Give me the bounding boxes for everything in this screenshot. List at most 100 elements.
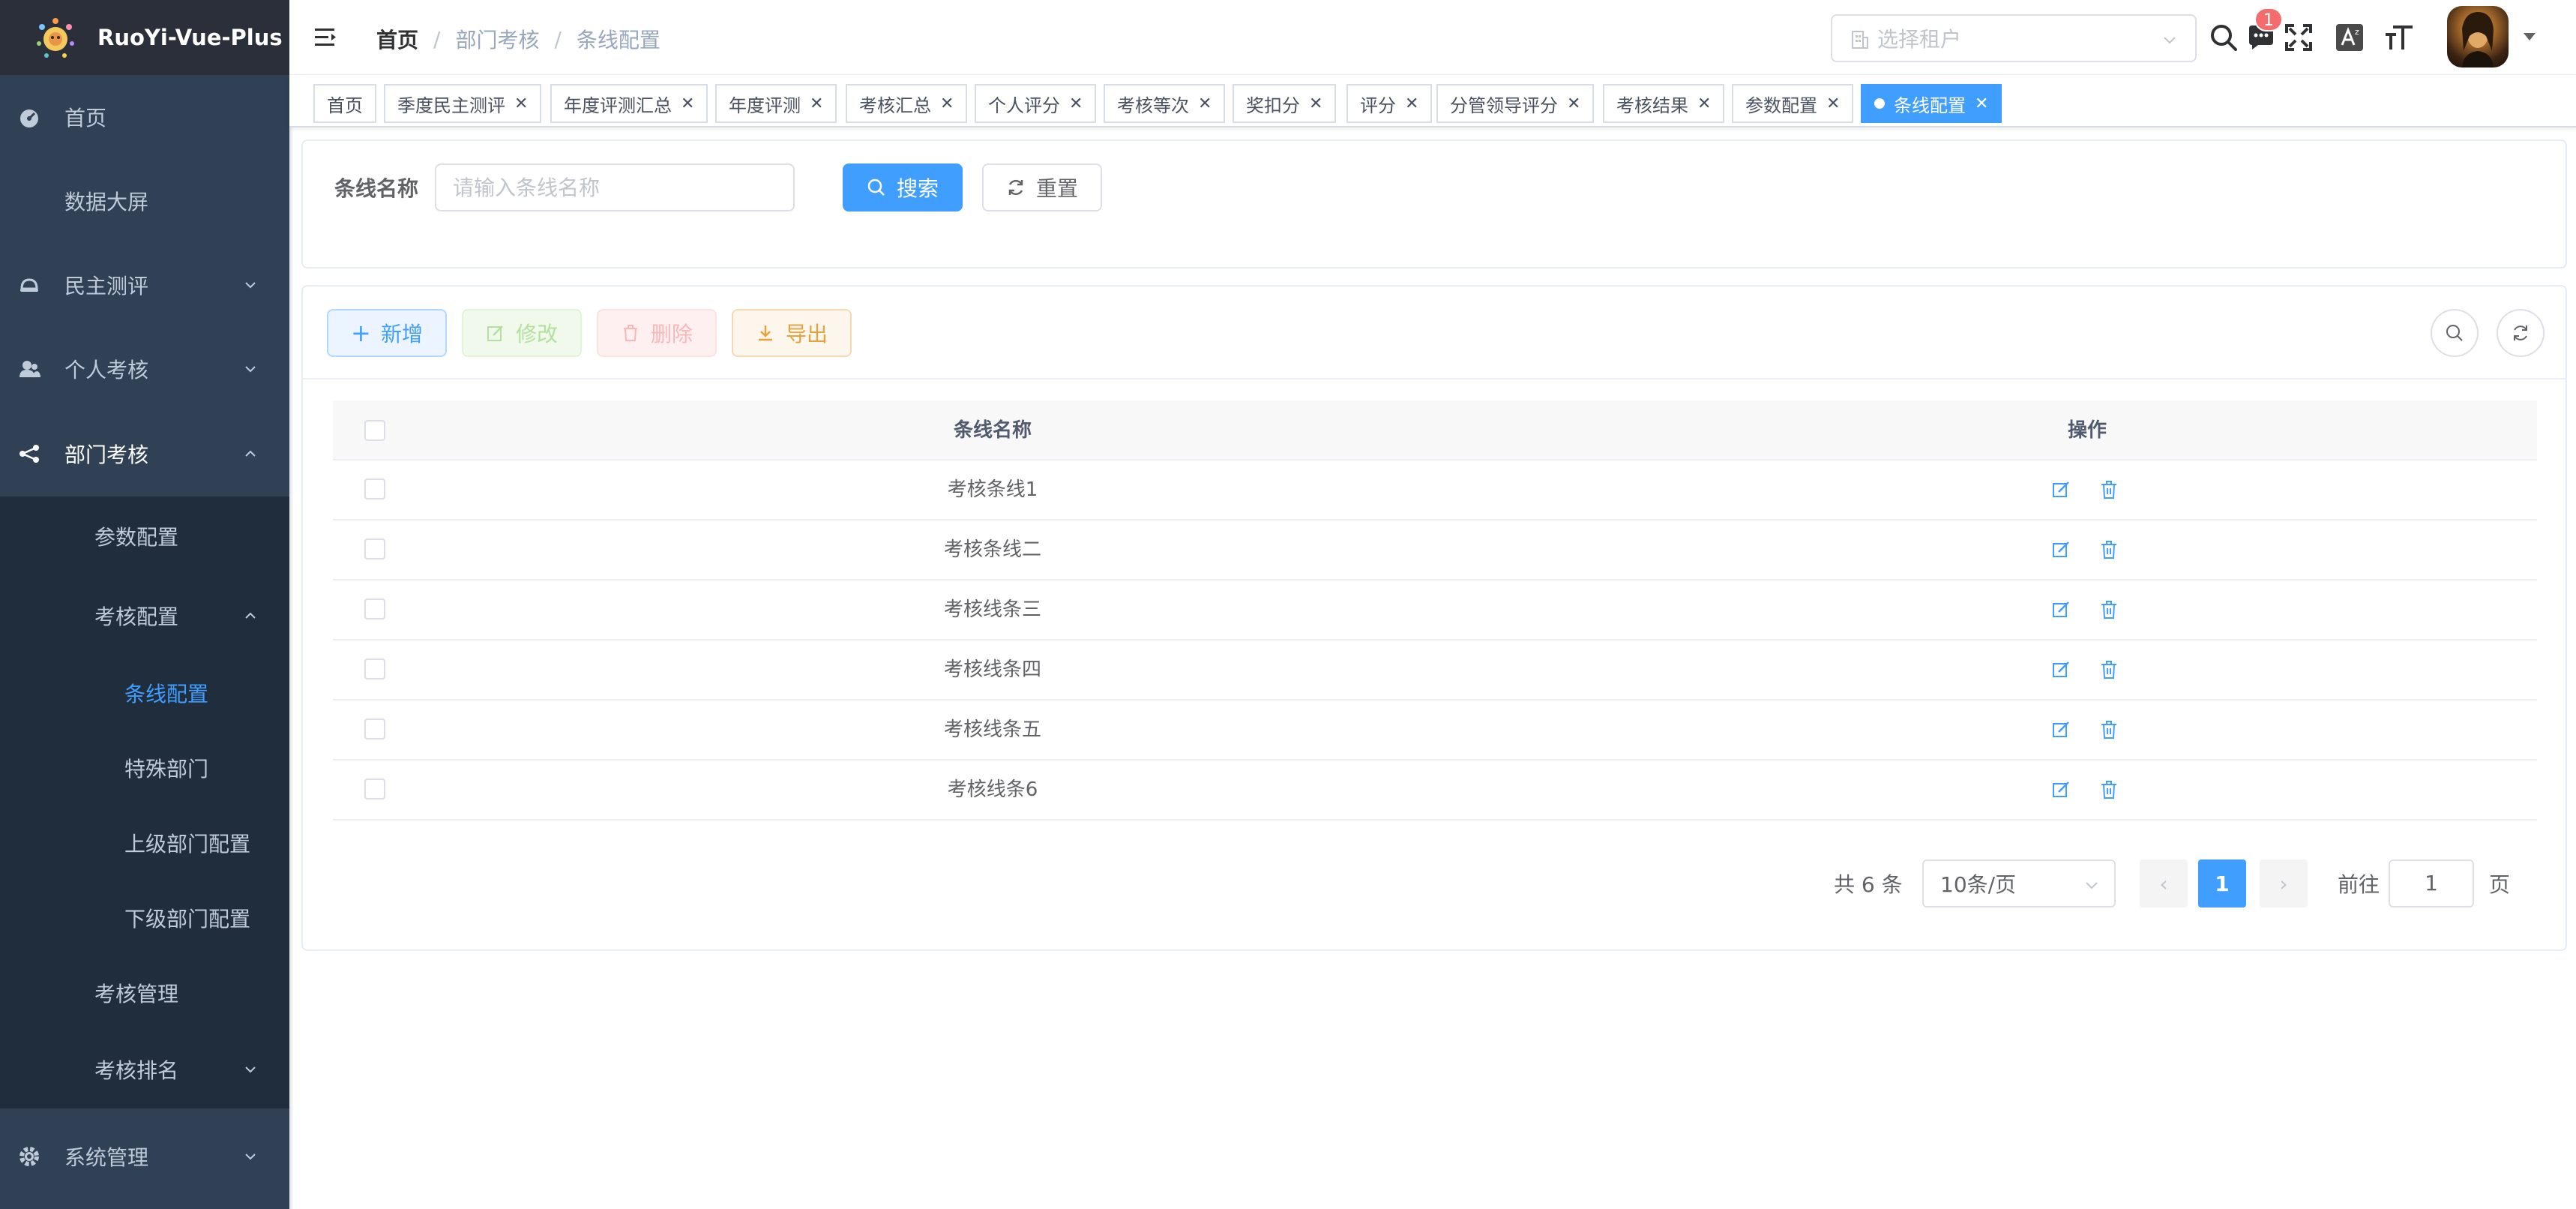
trash-icon[interactable] xyxy=(2098,478,2120,501)
sidebar-item-upper-dept-config[interactable]: 上级部门配置 xyxy=(0,806,289,880)
sidebar-item-system-management[interactable]: 系统管理 xyxy=(0,1114,289,1198)
tag-label: 考核等次 xyxy=(1117,94,1189,116)
active-dot-icon xyxy=(1874,98,1885,109)
close-icon[interactable]: ✕ xyxy=(1826,94,1840,113)
trash-icon[interactable] xyxy=(2098,718,2120,741)
edit-icon[interactable] xyxy=(2050,658,2072,681)
font-size-icon[interactable] xyxy=(2383,21,2416,54)
edit-button[interactable]: 修改 xyxy=(462,309,582,357)
chevron-right-icon: › xyxy=(2279,871,2288,896)
row-checkbox[interactable] xyxy=(364,598,385,620)
row-checkbox[interactable] xyxy=(364,718,385,740)
close-icon[interactable]: ✕ xyxy=(1198,94,1212,113)
search-icon[interactable] xyxy=(2207,21,2240,54)
page-number-button[interactable]: 1 xyxy=(2198,860,2246,908)
sidebar-item-eval-ranking[interactable]: 考核排名 xyxy=(0,1030,289,1108)
tag-bonus-deduction[interactable]: 奖扣分 ✕ xyxy=(1233,84,1337,123)
chevron-down-icon xyxy=(2086,882,2098,890)
export-button[interactable]: 导出 xyxy=(732,309,852,357)
tag-label: 年度评测 xyxy=(729,94,801,116)
tag-eval-result[interactable]: 考核结果 ✕ xyxy=(1603,84,1725,123)
row-checkbox[interactable] xyxy=(364,658,385,680)
tag-quarterly-democratic-eval[interactable]: 季度民主测评 ✕ xyxy=(384,84,542,123)
sidebar-item-data-screen[interactable]: 数据大屏 xyxy=(0,159,289,243)
next-page-button[interactable]: › xyxy=(2260,860,2308,908)
sidebar-item-special-dept[interactable]: 特殊部门 xyxy=(0,730,289,806)
select-all-checkbox[interactable] xyxy=(364,420,385,441)
sidebar-item-line-config[interactable]: 条线配置 xyxy=(0,656,289,730)
breadcrumb-current: 条线配置 xyxy=(576,28,660,52)
sidebar-item-democratic-eval[interactable]: 民主测评 xyxy=(0,243,289,327)
sidebar-item-eval-management[interactable]: 考核管理 xyxy=(0,956,289,1030)
search-button[interactable]: 搜索 xyxy=(843,164,963,212)
sidebar-item-label: 系统管理 xyxy=(64,1145,149,1170)
tag-line-config[interactable]: 条线配置 ✕ xyxy=(1861,84,2002,123)
tag-param-config[interactable]: 参数配置 ✕ xyxy=(1732,84,1854,123)
sidebar-item-lower-dept-config[interactable]: 下级部门配置 xyxy=(0,880,289,956)
edit-icon[interactable] xyxy=(2050,478,2072,501)
sidebar-item-eval-config[interactable]: 考核配置 xyxy=(0,576,289,656)
close-icon[interactable]: ✕ xyxy=(681,94,694,113)
caret-down-icon[interactable] xyxy=(2524,33,2536,40)
close-icon[interactable]: ✕ xyxy=(1697,94,1711,113)
tag-score[interactable]: 评分 ✕ xyxy=(1346,84,1433,123)
tag-eval-grade[interactable]: 考核等次 ✕ xyxy=(1104,84,1226,123)
close-icon[interactable]: ✕ xyxy=(1069,94,1083,113)
trash-icon[interactable] xyxy=(2098,658,2120,681)
close-icon[interactable]: ✕ xyxy=(940,94,954,113)
refresh-table-button[interactable] xyxy=(2497,309,2545,357)
add-button[interactable]: + 新增 xyxy=(327,309,447,357)
reset-button[interactable]: 重置 xyxy=(982,164,1102,212)
translate-icon[interactable]: z xyxy=(2333,21,2366,54)
table-row: 考核条线二 xyxy=(333,520,2537,580)
tag-annual-eval-summary[interactable]: 年度评测汇总 ✕ xyxy=(550,84,708,123)
trash-icon[interactable] xyxy=(2098,598,2120,621)
close-icon[interactable]: ✕ xyxy=(1975,94,1988,113)
tag-label: 评分 xyxy=(1360,94,1396,116)
sidebar-item-dept-eval[interactable]: 部门考核 xyxy=(0,411,289,496)
logo-bar[interactable]: RuoYi-Vue-Plus xyxy=(0,0,289,75)
table-row: 考核线条五 xyxy=(333,700,2537,760)
breadcrumb-home[interactable]: 首页 xyxy=(376,24,418,54)
prev-page-button[interactable]: ‹ xyxy=(2140,860,2188,908)
row-checkbox[interactable] xyxy=(364,538,385,560)
close-icon[interactable]: ✕ xyxy=(810,94,823,113)
goto-page-input[interactable]: 1 xyxy=(2389,860,2474,908)
tenant-select[interactable]: 选择租户 xyxy=(1831,14,2197,62)
line-name-input[interactable] xyxy=(435,164,795,212)
app-title: RuoYi-Vue-Plus xyxy=(97,25,283,50)
table-row: 考核线条6 xyxy=(333,760,2537,820)
edit-icon[interactable] xyxy=(2050,538,2072,561)
close-icon[interactable]: ✕ xyxy=(1567,94,1580,113)
chevron-down-icon xyxy=(245,366,256,373)
close-icon[interactable]: ✕ xyxy=(514,94,528,113)
tag-leader-score[interactable]: 分管领导评分 ✕ xyxy=(1436,84,1595,123)
avatar[interactable] xyxy=(2447,6,2509,68)
sidebar-item-param-config[interactable]: 参数配置 xyxy=(0,496,289,576)
edit-icon[interactable] xyxy=(2050,778,2072,801)
edit-icon[interactable] xyxy=(2050,598,2072,621)
delete-button[interactable]: 删除 xyxy=(597,309,717,357)
trash-icon[interactable] xyxy=(2098,778,2120,801)
trash-icon[interactable] xyxy=(2098,538,2120,561)
chevron-down-icon xyxy=(245,1066,256,1073)
tag-personal-score[interactable]: 个人评分 ✕ xyxy=(975,84,1097,123)
tag-annual-eval[interactable]: 年度评测 ✕ xyxy=(715,84,837,123)
close-icon[interactable]: ✕ xyxy=(1309,94,1322,113)
sidebar-item-label: 部门考核 xyxy=(64,442,149,467)
tags-view: 首页 季度民主测评 ✕ 年度评测汇总 ✕ 年度评测 ✕ 考核汇总 ✕ 个人评分 ✕ 考核等… xyxy=(289,75,2576,128)
sidebar-item-personal-eval[interactable]: 个人考核 xyxy=(0,327,289,411)
toggle-search-button[interactable] xyxy=(2431,309,2479,357)
search-icon xyxy=(2446,325,2463,341)
close-icon[interactable]: ✕ xyxy=(1405,94,1418,113)
search-form-card: 条线名称 搜索 重置 xyxy=(301,140,2567,268)
row-checkbox[interactable] xyxy=(364,778,385,800)
page-size-select[interactable]: 10条/页 xyxy=(1922,860,2116,908)
tag-home[interactable]: 首页 xyxy=(313,84,376,123)
hamburger-icon[interactable] xyxy=(313,25,339,50)
sidebar-item-home[interactable]: 首页 xyxy=(0,75,289,159)
fullscreen-icon[interactable] xyxy=(2282,21,2315,54)
tag-eval-summary[interactable]: 考核汇总 ✕ xyxy=(846,84,968,123)
row-checkbox[interactable] xyxy=(364,478,385,500)
edit-icon[interactable] xyxy=(2050,718,2072,741)
